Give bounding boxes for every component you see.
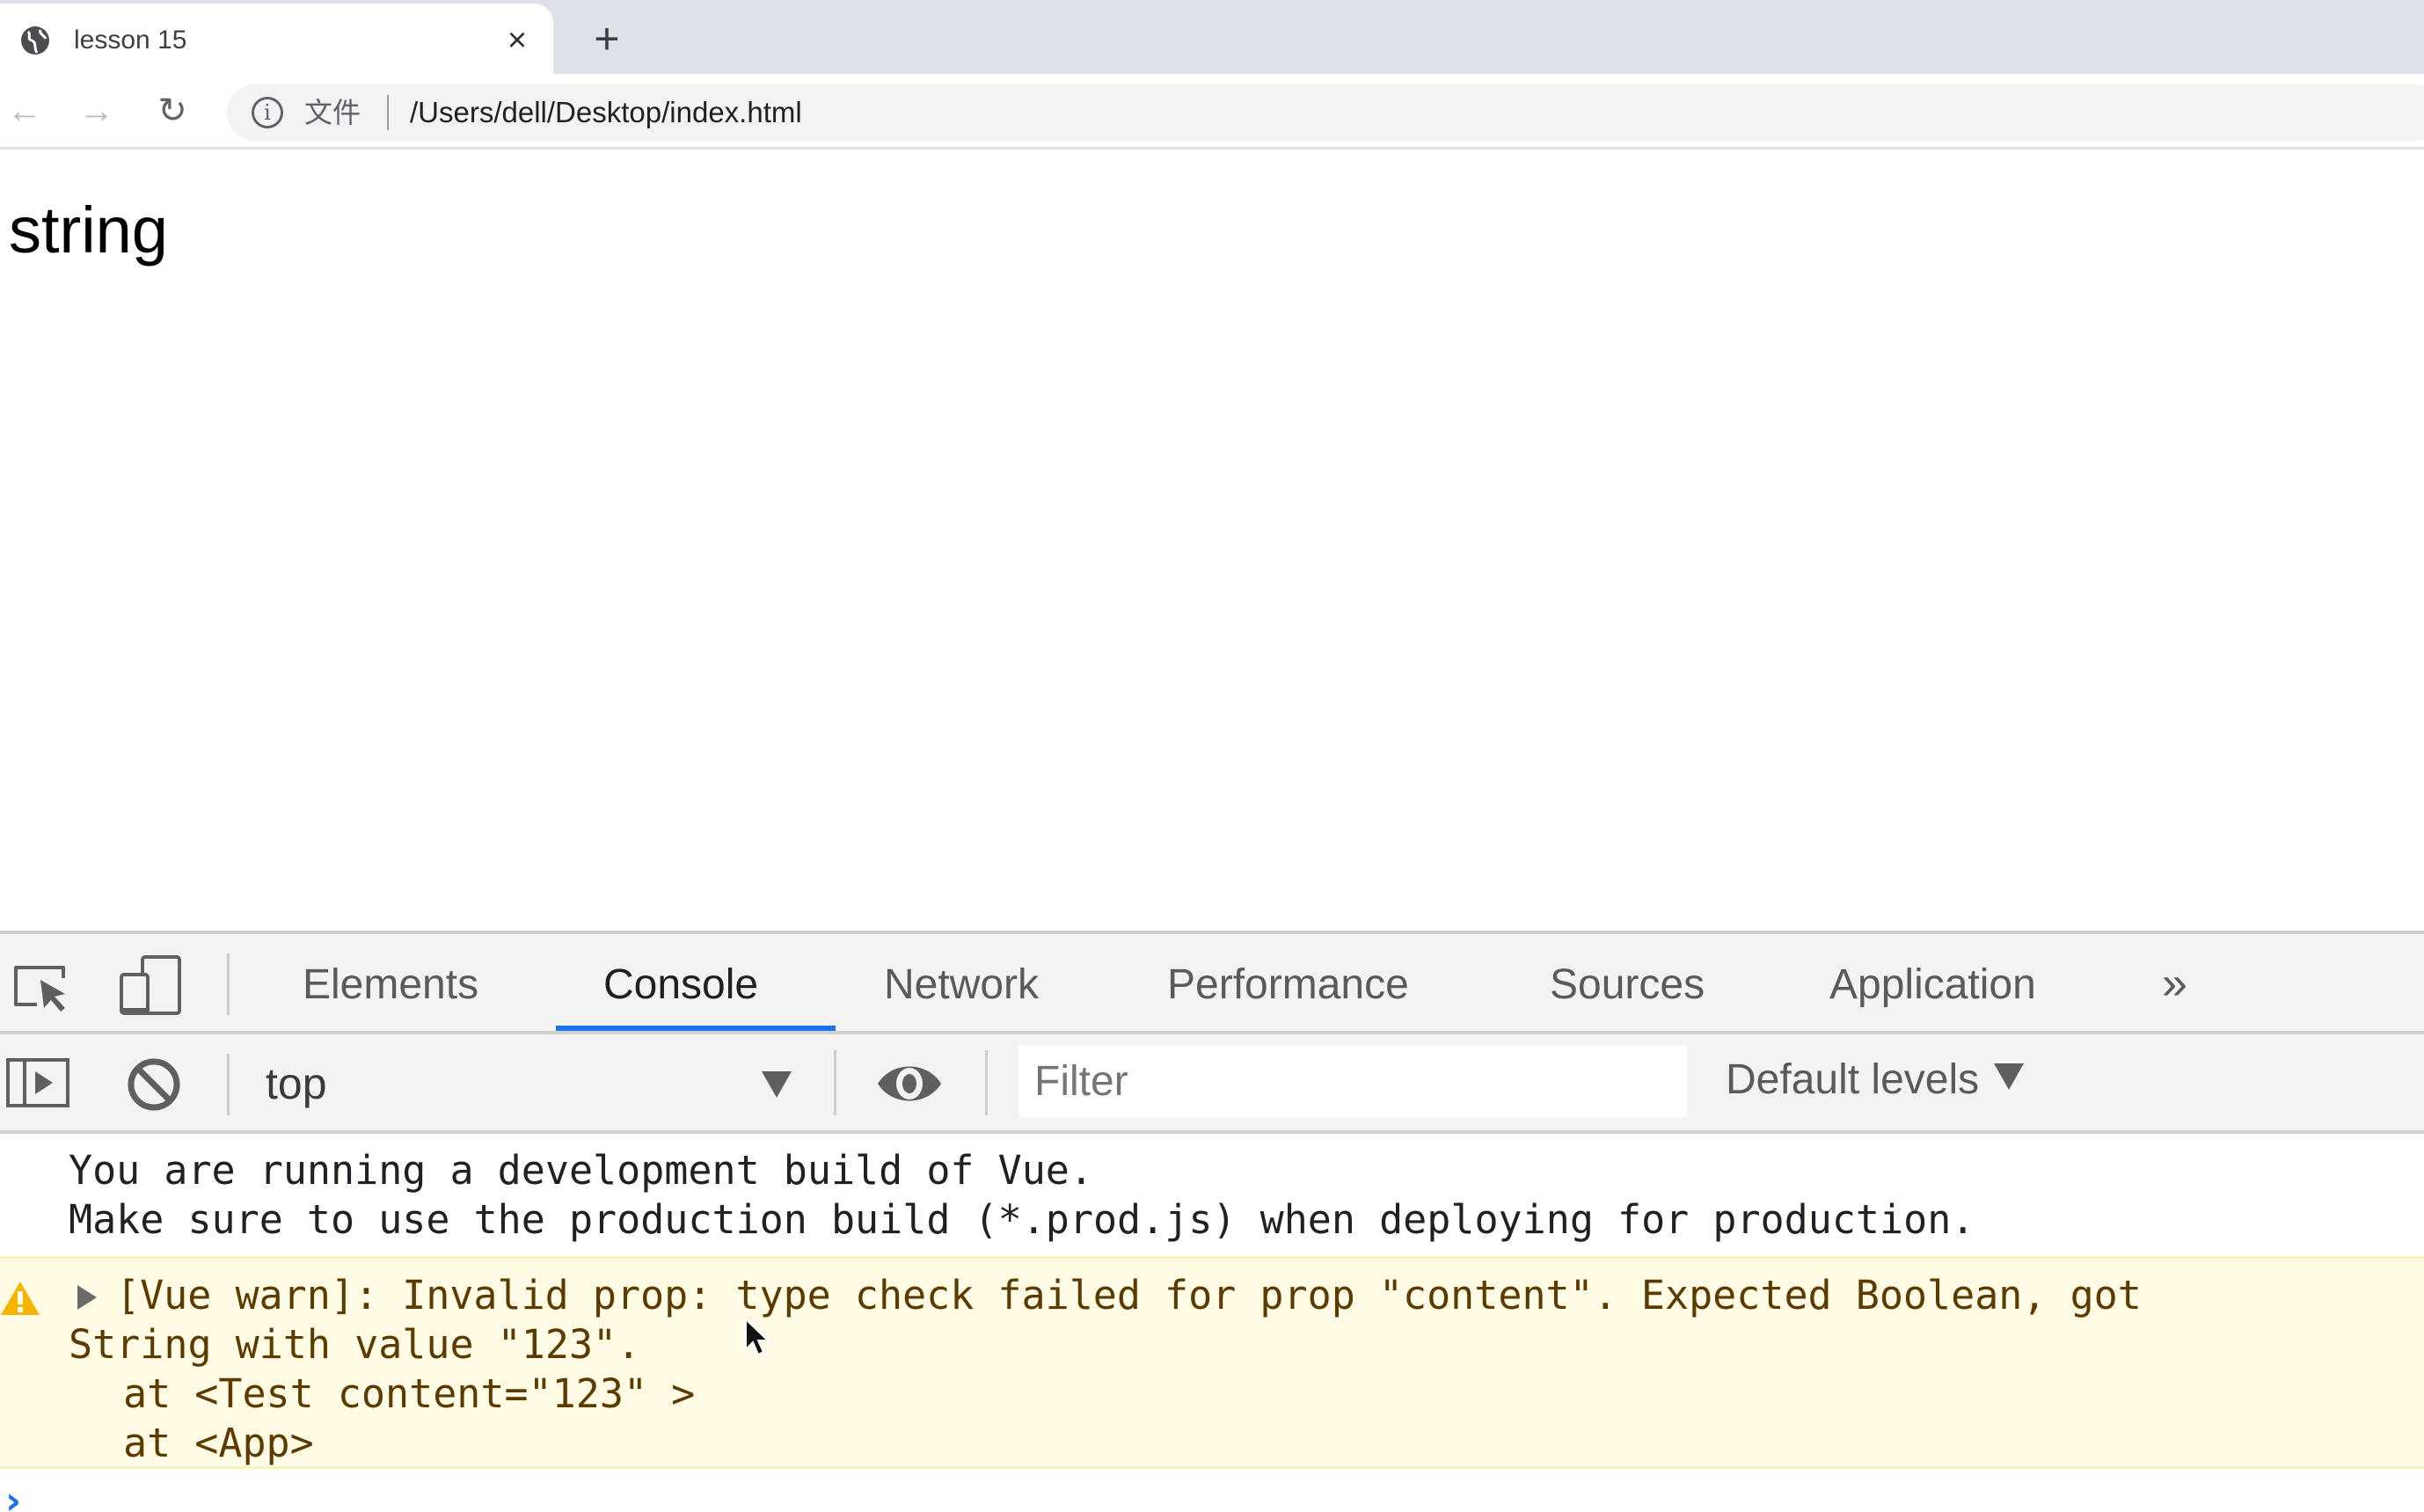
devtools-panel: Elements Console Network Performance Sou… <box>0 931 2424 1512</box>
console-prompt-icon[interactable]: › <box>5 1482 21 1512</box>
tab-application[interactable]: Application <box>1829 961 2036 1010</box>
browser-tab-strip: lesson 15 × + <box>0 0 2424 74</box>
page-text: string <box>9 194 168 267</box>
devtools-tab-bar: Elements Console Network Performance Sou… <box>0 934 2424 1034</box>
page-viewport: string <box>0 152 2424 932</box>
execution-context-select[interactable]: top <box>264 1050 800 1117</box>
more-tabs-chevron-icon[interactable]: » <box>2162 957 2187 1010</box>
toolbar-separator <box>227 953 230 1015</box>
tab-elements[interactable]: Elements <box>303 961 478 1010</box>
toolbar-separator <box>227 1054 230 1115</box>
console-message-info: You are running a development build of V… <box>0 1137 2424 1252</box>
toolbar-separator <box>985 1050 988 1115</box>
new-tab-button[interactable]: + <box>584 16 630 62</box>
browser-toolbar: ← → ↻ i 文件 /Users/dell/Desktop/index.htm… <box>0 74 2424 150</box>
back-arrow-icon[interactable]: ← <box>4 90 46 132</box>
log-levels-select[interactable]: Default levels <box>1726 1054 2024 1107</box>
warning-text: String with value "123". <box>69 1321 641 1368</box>
console-filter-input[interactable] <box>1019 1045 1687 1117</box>
tab-network[interactable]: Network <box>884 961 1039 1010</box>
info-icon[interactable]: i <box>252 97 283 128</box>
reload-icon[interactable]: ↻ <box>151 90 193 132</box>
dropdown-triangle-icon <box>1993 1063 2024 1090</box>
message-text: You are running a development build of V… <box>69 1147 1093 1194</box>
warning-icon <box>1 1282 40 1315</box>
console-messages: You are running a development build of V… <box>0 1137 2424 1512</box>
toolbar-separator <box>834 1050 836 1115</box>
clear-console-icon[interactable] <box>127 1057 181 1112</box>
tab-sources[interactable]: Sources <box>1550 961 1705 1010</box>
inspect-element-icon[interactable] <box>11 961 70 1013</box>
url-text[interactable]: /Users/dell/Desktop/index.html <box>410 95 802 130</box>
address-bar[interactable]: i 文件 /Users/dell/Desktop/index.html <box>227 84 2424 141</box>
live-expression-eye-icon[interactable] <box>876 1059 943 1108</box>
globe-icon <box>21 26 49 55</box>
browser-tab[interactable]: lesson 15 × <box>0 4 553 74</box>
mouse-cursor-icon <box>745 1318 770 1356</box>
console-toolbar: top Default levels <box>0 1034 2424 1134</box>
tab-title: lesson 15 <box>74 26 187 55</box>
active-tab-indicator <box>556 1026 836 1031</box>
expand-triangle-icon[interactable] <box>76 1283 99 1311</box>
stack-trace-line[interactable]: at <App> <box>123 1419 314 1468</box>
console-sidebar-icon[interactable] <box>5 1057 70 1108</box>
forward-arrow-icon[interactable]: → <box>76 90 118 132</box>
tab-console[interactable]: Console <box>603 961 758 1010</box>
scheme-label: 文件 <box>304 96 361 129</box>
device-toolbar-icon[interactable] <box>118 953 183 1017</box>
dropdown-triangle-icon <box>762 1071 792 1098</box>
console-message-warning: [Vue warn]: Invalid prop: type check fai… <box>0 1256 2424 1469</box>
tab-performance[interactable]: Performance <box>1167 961 1409 1010</box>
levels-label: Default levels <box>1726 1056 1980 1103</box>
omnibox-divider <box>387 95 389 130</box>
warning-text: [Vue warn]: Invalid prop: type check fai… <box>116 1272 2142 1318</box>
message-text: Make sure to use the production build (*… <box>69 1196 1975 1243</box>
stack-trace-line[interactable]: at <Test content="123" > <box>123 1370 695 1419</box>
close-tab-icon[interactable]: × <box>500 23 535 58</box>
context-value: top <box>266 1059 327 1108</box>
